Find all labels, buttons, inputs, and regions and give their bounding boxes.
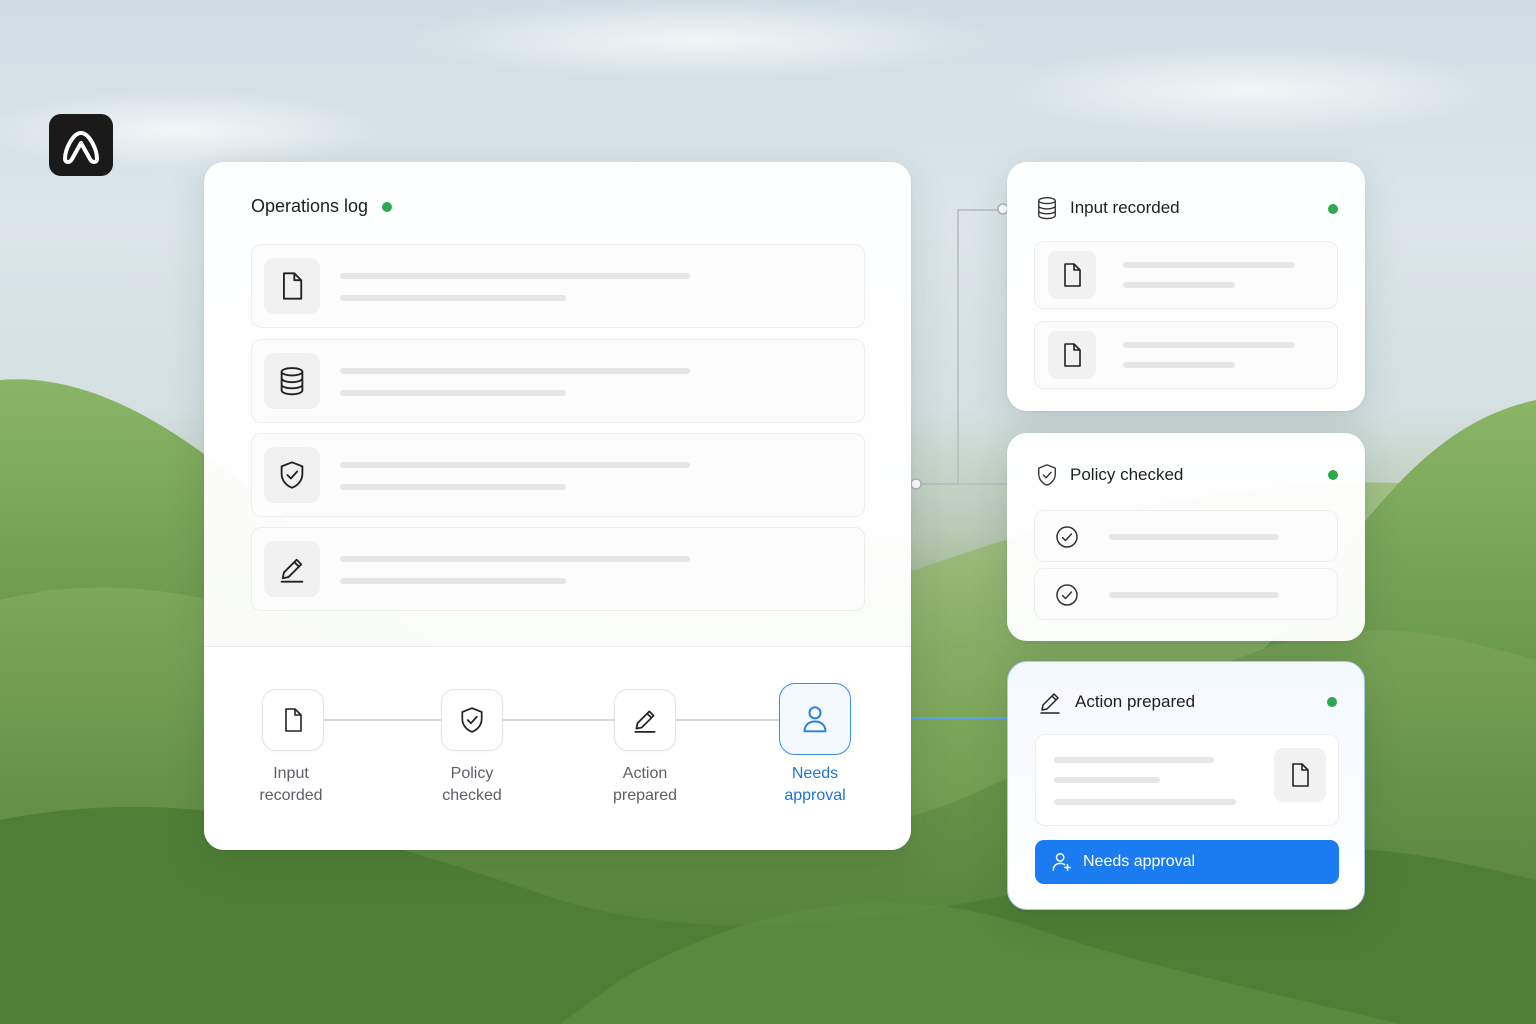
check-item[interactable] — [1034, 568, 1338, 620]
operations-log-header: Operations log — [251, 196, 393, 217]
progress-stepper: Input recorded Policy checked Action pre… — [204, 646, 911, 850]
log-row-database[interactable] — [251, 339, 865, 423]
document-icon — [285, 708, 302, 732]
step-connector — [676, 719, 780, 721]
list-item[interactable] — [1034, 321, 1338, 389]
document-icon — [1274, 748, 1326, 802]
shield-check-icon — [461, 707, 483, 733]
document-icon — [1048, 251, 1096, 299]
status-dot — [1328, 204, 1338, 214]
step-connector — [503, 719, 615, 721]
panel-title: Policy checked — [1070, 465, 1184, 484]
step-action-prepared[interactable] — [614, 689, 676, 751]
log-row-document[interactable] — [251, 244, 865, 328]
shield-check-icon — [1038, 464, 1056, 486]
placeholder-line — [340, 273, 690, 279]
needs-approval-button[interactable]: Needs approval — [1035, 840, 1339, 884]
panel-header: Action prepared — [1037, 689, 1195, 715]
check-circle-icon — [1056, 584, 1078, 606]
step-label: Needs approval — [784, 765, 846, 804]
log-row-policy[interactable] — [251, 433, 865, 517]
status-dot — [1328, 470, 1338, 480]
step-label: Input recorded — [259, 765, 323, 804]
step-label: Policy checked — [442, 765, 502, 804]
input-recorded-panel: Input recorded — [1007, 162, 1365, 411]
placeholder-line — [340, 295, 566, 301]
step-label: Action prepared — [612, 765, 678, 804]
placeholder-line — [1054, 799, 1236, 805]
step-input-recorded[interactable] — [262, 689, 324, 751]
database-icon — [264, 353, 320, 409]
step-policy-checked[interactable] — [441, 689, 503, 751]
wave-logo-icon — [63, 131, 99, 164]
user-icon — [803, 706, 827, 733]
placeholder-line — [340, 368, 690, 374]
user-add-icon — [1052, 853, 1071, 871]
placeholder-line — [340, 578, 566, 584]
log-row-action[interactable] — [251, 527, 865, 611]
placeholder-line — [340, 484, 566, 490]
placeholder-line — [1123, 262, 1295, 268]
pencil-icon — [634, 710, 656, 733]
shield-check-icon — [264, 447, 320, 503]
check-item[interactable] — [1034, 510, 1338, 562]
list-item[interactable] — [1034, 241, 1338, 309]
placeholder-line — [340, 390, 566, 396]
document-icon — [264, 258, 320, 314]
app-logo[interactable] — [49, 114, 113, 176]
step-connector — [324, 719, 442, 721]
status-dot — [1327, 697, 1337, 707]
needs-approval-button-label: Needs approval — [1083, 853, 1196, 870]
document-icon — [1048, 331, 1096, 379]
database-icon — [1038, 197, 1056, 220]
placeholder-line — [340, 556, 690, 562]
placeholder-line — [1109, 534, 1279, 540]
panel-title: Input recorded — [1070, 198, 1180, 217]
action-preview[interactable] — [1035, 734, 1339, 826]
check-circle-icon — [1056, 526, 1078, 548]
action-prepared-panel: Action prepared Needs approval — [1007, 661, 1365, 910]
placeholder-line — [1123, 342, 1295, 348]
panel-title: Action prepared — [1075, 692, 1196, 711]
placeholder-line — [1054, 757, 1214, 763]
pencil-icon — [1040, 693, 1060, 714]
status-dot — [382, 201, 393, 212]
operations-log-card: Operations log Input recorded Policy che… — [204, 162, 911, 850]
placeholder-line — [1123, 282, 1235, 288]
pencil-icon — [264, 541, 320, 597]
placeholder-line — [1123, 362, 1235, 368]
placeholder-line — [1054, 777, 1160, 783]
operations-log-title: Operations log — [251, 196, 369, 216]
placeholder-line — [340, 462, 690, 468]
step-needs-approval[interactable] — [779, 683, 851, 755]
policy-checked-panel: Policy checked — [1007, 433, 1365, 641]
panel-header: Policy checked — [1036, 463, 1183, 487]
panel-header: Input recorded — [1036, 196, 1180, 220]
placeholder-line — [1109, 592, 1279, 598]
